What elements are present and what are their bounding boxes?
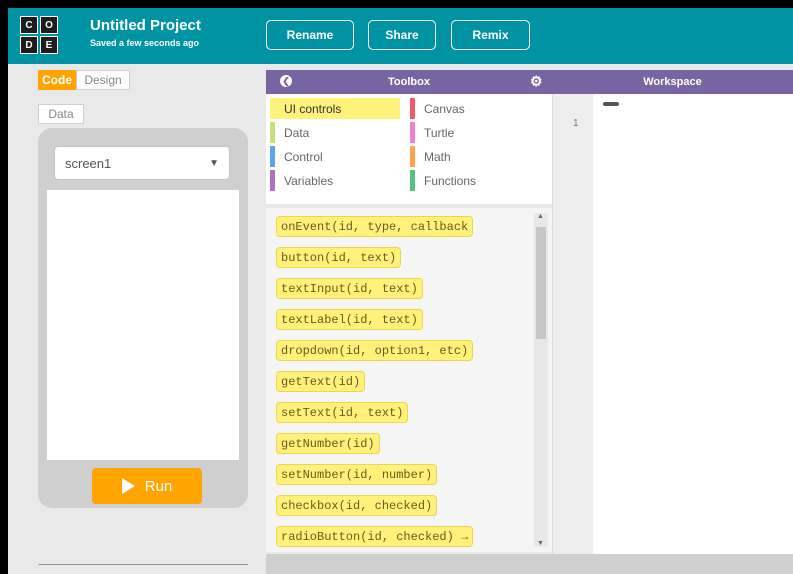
scroll-thumb[interactable] <box>536 227 546 339</box>
chevron-down-icon: ▼ <box>209 157 219 169</box>
debug-console-bar[interactable] <box>266 554 793 574</box>
block-checkbox[interactable]: checkbox(id, checked) <box>276 495 438 516</box>
app-screen-area[interactable] <box>47 190 239 460</box>
block-textinput[interactable]: textInput(id, text) <box>276 278 423 299</box>
app-preview-phone: screen1 ▼ Run <box>38 128 248 508</box>
category-label: Data <box>284 125 310 140</box>
block-onevent[interactable]: onEvent(id, type, callback <box>276 216 474 237</box>
category-turtle[interactable]: Turtle <box>410 122 540 143</box>
run-button-label: Run <box>144 477 173 495</box>
category-data[interactable]: Data <box>270 122 400 143</box>
tab-data[interactable]: Data <box>38 104 84 124</box>
app-window: C O D E Untitled Project Saved a few sec… <box>8 8 793 574</box>
play-icon <box>121 478 135 494</box>
category-color-bar <box>270 122 275 143</box>
workspace-title: Workspace <box>643 76 702 88</box>
toolbox-blocks-list: onEvent(id, type, callback button(id, te… <box>266 208 552 552</box>
line-number: 1 <box>573 118 579 129</box>
blocks-scrollbar[interactable]: ▲ ▼ <box>534 213 548 547</box>
tab-design[interactable]: Design <box>76 70 130 90</box>
category-label: Control <box>284 149 323 164</box>
category-color-bar <box>410 146 415 167</box>
top-header: C O D E Untitled Project Saved a few sec… <box>8 8 793 64</box>
category-label: UI controls <box>284 101 342 116</box>
screen-dropdown-value: screen1 <box>65 155 112 171</box>
logo-letter-e: E <box>40 36 58 54</box>
category-color-bar <box>270 170 275 191</box>
category-canvas[interactable]: Canvas <box>410 98 540 119</box>
category-ui-controls[interactable]: UI controls <box>270 98 400 119</box>
category-functions[interactable]: Functions <box>410 170 540 191</box>
block-getnumber[interactable]: getNumber(id) <box>276 433 380 454</box>
category-color-bar <box>410 98 415 119</box>
block-textlabel[interactable]: textLabel(id, text) <box>276 309 423 330</box>
category-label: Math <box>424 149 451 164</box>
toolbox-header: ❮ Toolbox ⚙ <box>266 70 552 94</box>
line-gutter: 1 <box>553 94 593 554</box>
code-org-logo[interactable]: C O D E <box>20 16 58 54</box>
category-math[interactable]: Math <box>410 146 540 167</box>
cursor-mark <box>603 102 619 106</box>
block-gettext[interactable]: getText(id) <box>276 371 366 392</box>
toolbox-title: Toolbox <box>388 76 430 88</box>
share-button[interactable]: Share <box>368 20 436 50</box>
category-label: Variables <box>284 173 334 188</box>
category-color-bar <box>270 146 275 167</box>
category-color-bar <box>410 122 415 143</box>
logo-letter-c: C <box>20 16 38 34</box>
screen-dropdown[interactable]: screen1 ▼ <box>54 146 230 180</box>
left-divider <box>38 564 248 565</box>
save-status: Saved a few seconds ago <box>90 38 200 48</box>
block-setnumber[interactable]: setNumber(id, number) <box>276 464 438 485</box>
category-label: Functions <box>424 173 477 188</box>
run-button[interactable]: Run <box>92 468 202 504</box>
category-variables[interactable]: Variables <box>270 170 400 191</box>
workspace-header: Workspace <box>552 70 793 94</box>
scroll-down-icon[interactable]: ▼ <box>537 540 544 547</box>
block-settext[interactable]: setText(id, text) <box>276 402 409 423</box>
category-color-bar <box>270 98 275 119</box>
gear-icon[interactable]: ⚙ <box>530 73 543 90</box>
category-color-bar <box>410 170 415 191</box>
scroll-up-icon[interactable]: ▲ <box>537 213 544 220</box>
logo-letter-o: O <box>40 16 58 34</box>
category-control[interactable]: Control <box>270 146 400 167</box>
block-radiobutton[interactable]: radioButton(id, checked) → <box>276 526 474 547</box>
tab-code[interactable]: Code <box>38 70 76 90</box>
code-workspace[interactable]: 1 <box>552 94 793 554</box>
category-label: Turtle <box>424 125 455 140</box>
toolbox-categories: UI controls Canvas Data Turtle Control M… <box>266 94 552 204</box>
project-title: Untitled Project <box>90 17 201 34</box>
category-label: Canvas <box>424 101 465 116</box>
logo-letter-d: D <box>20 36 38 54</box>
rename-button[interactable]: Rename <box>266 20 354 50</box>
remix-button[interactable]: Remix <box>451 20 530 50</box>
block-dropdown[interactable]: dropdown(id, option1, etc) <box>276 340 474 361</box>
block-button[interactable]: button(id, text) <box>276 247 402 268</box>
